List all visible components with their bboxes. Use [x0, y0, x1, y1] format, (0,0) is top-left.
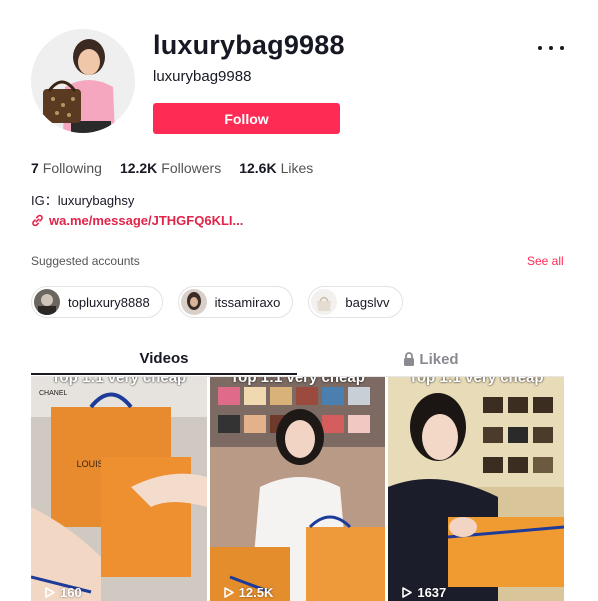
video-thumbnail-image [388, 377, 565, 601]
profile-username: luxurybag9988 [153, 30, 345, 60]
video-grid: LOUIS VUITTON CHANEL Top 1:1 very cheap … [31, 377, 565, 601]
video-caption: Top 1:1 very cheap [408, 377, 544, 386]
svg-text:CHANEL: CHANEL [39, 390, 68, 397]
play-icon [223, 587, 234, 598]
video-thumbnail[interactable]: Top 1:1 very cheap 12.5K [209, 377, 386, 601]
tab-videos[interactable]: Videos [31, 343, 297, 375]
suggested-accounts-list: topluxury8888 itssamiraxo bagslvv [31, 286, 403, 318]
avatar [34, 289, 60, 315]
profile-link[interactable]: wa.me/message/JTHGFQ6KLI... [31, 213, 243, 228]
stat-following[interactable]: 7 Following [31, 160, 102, 176]
stat-followers-value: 12.2K [119, 160, 158, 176]
profile-tabs: Videos Liked [31, 343, 564, 377]
video-views: 1637 [402, 585, 446, 600]
more-horizontal-icon [538, 46, 564, 50]
video-thumbnail[interactable]: LOUIS VUITTON CHANEL Top 1:1 very cheap … [31, 377, 207, 601]
suggested-account-name: bagslvv [345, 294, 390, 310]
suggested-account-name: itssamiraxo [214, 294, 281, 310]
profile-bio: IG：luxurybaghsy [31, 193, 135, 208]
more-options-button[interactable] [538, 38, 564, 58]
stat-likes-label: Likes [280, 160, 314, 176]
avatar [180, 289, 207, 315]
stat-likes-value: 12.6K [239, 160, 277, 176]
video-thumbnail-image [209, 377, 386, 601]
video-thumbnail[interactable]: Top 1:1 very cheap 1637 [388, 377, 565, 601]
stat-followers[interactable]: 12.2K Followers [120, 160, 221, 176]
avatar [311, 289, 338, 315]
avatar-image [31, 29, 135, 133]
video-caption: Top 1:1 very cheap [230, 377, 365, 386]
suggested-accounts-title: Suggested accounts [31, 254, 140, 268]
profile-link-text: wa.me/message/JTHGFQ6KLI... [49, 213, 244, 228]
stat-followers-label: Followers [161, 160, 222, 176]
video-views: 160 [45, 585, 82, 600]
video-caption: Top 1:1 very cheap [51, 377, 187, 386]
follow-button[interactable]: Follow [153, 103, 340, 134]
stat-following-value: 7 [31, 160, 39, 176]
video-views: 12.5K [223, 585, 274, 600]
link-icon [32, 214, 43, 227]
profile-nickname: luxurybag9988 [153, 68, 252, 85]
video-thumbnail-image: LOUIS VUITTON CHANEL [31, 377, 207, 601]
stat-following-label: Following [42, 160, 102, 176]
tab-liked[interactable]: Liked [298, 343, 564, 375]
video-views-count: 160 [60, 585, 82, 600]
stat-likes: 12.6K Likes [239, 160, 313, 176]
suggested-account-chip[interactable]: topluxury8888 [31, 286, 163, 318]
suggested-account-chip[interactable]: itssamiraxo [177, 286, 294, 318]
play-icon [402, 587, 413, 598]
play-icon [45, 587, 55, 598]
profile-stats: 7 Following 12.2K Followers 12.6K Likes [31, 160, 331, 176]
lock-icon [404, 352, 415, 366]
profile-avatar [31, 29, 135, 133]
suggested-account-chip[interactable]: bagslvv [308, 286, 403, 318]
suggested-account-name: topluxury8888 [68, 294, 150, 310]
video-views-count: 1637 [417, 585, 447, 600]
video-views-count: 12.5K [238, 585, 274, 600]
see-all-link[interactable]: See all [527, 254, 564, 268]
tab-liked-label: Liked [419, 350, 459, 368]
